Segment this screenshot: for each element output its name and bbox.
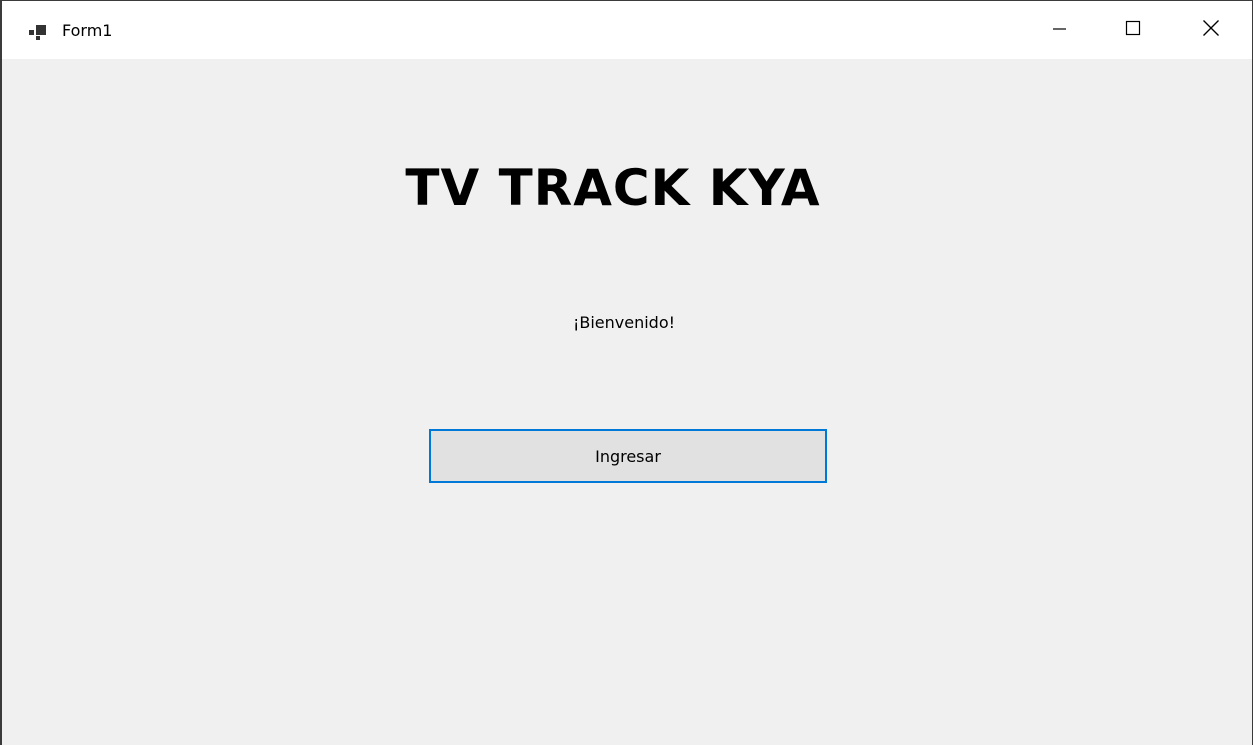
app-window: Form1 TV TRACK KYA ¡Bienvenido! Ingresar <box>0 0 1253 745</box>
app-heading: TV TRACK KYA <box>405 159 821 217</box>
enter-button[interactable]: Ingresar <box>429 429 827 483</box>
window-title: Form1 <box>62 21 113 40</box>
form-app-icon <box>29 25 47 41</box>
maximize-button[interactable] <box>1097 1 1169 59</box>
enter-button-label: Ingresar <box>595 446 661 466</box>
minimize-icon <box>1051 20 1067 40</box>
close-button[interactable] <box>1175 1 1247 59</box>
maximize-icon <box>1125 20 1141 40</box>
title-bar[interactable]: Form1 <box>2 1 1252 59</box>
minimize-button[interactable] <box>1023 1 1095 59</box>
welcome-label: ¡Bienvenido! <box>572 313 676 332</box>
close-icon <box>1202 19 1220 41</box>
